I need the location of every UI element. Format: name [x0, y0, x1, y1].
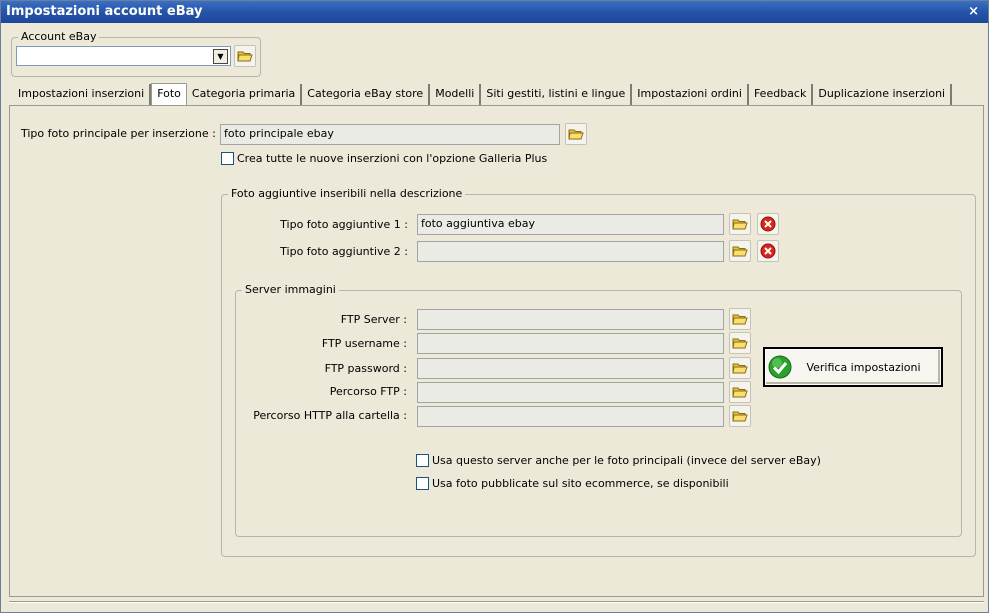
- check-icon: [768, 355, 792, 379]
- folder-icon: [237, 51, 253, 62]
- http-path-folder-button[interactable]: [729, 405, 751, 427]
- main-photo-folder-button[interactable]: [565, 123, 587, 145]
- verify-settings-label: Verifica impostazioni: [806, 360, 921, 374]
- ftp-server-label: FTP Server :: [340, 313, 407, 326]
- ftp-username-label: FTP username :: [321, 337, 407, 350]
- account-group-label: Account eBay: [18, 30, 100, 44]
- ftp-path-field[interactable]: [417, 382, 724, 403]
- tab-strip: Impostazioni inserzioni Foto Categoria p…: [13, 83, 953, 105]
- ftp-path-folder-button[interactable]: [729, 381, 751, 403]
- title-bar: Impostazioni account eBay ×: [1, 1, 988, 23]
- http-path-label: Percorso HTTP alla cartella :: [253, 409, 407, 422]
- verify-settings-button[interactable]: Verifica impostazioni: [763, 347, 943, 387]
- use-server-main-checkbox[interactable]: [416, 454, 429, 467]
- tab-impostazioni-ordini[interactable]: Impostazioni ordini: [632, 84, 749, 105]
- ftp-password-folder-button[interactable]: [729, 357, 751, 379]
- tab-categoria-ebay-store[interactable]: Categoria eBay store: [302, 84, 431, 105]
- account-select[interactable]: ▼: [16, 46, 231, 66]
- additional-photo-1-field[interactable]: foto aggiuntiva ebay: [417, 214, 724, 235]
- folder-icon: [732, 338, 748, 349]
- image-server-group-label: Server immagini: [242, 283, 339, 297]
- folder-icon: [732, 246, 748, 257]
- delete-icon: [760, 243, 776, 259]
- tab-foto[interactable]: Foto: [151, 83, 187, 105]
- tab-feedback[interactable]: Feedback: [748, 84, 814, 105]
- ftp-password-field[interactable]: [417, 358, 724, 379]
- additional-photos-group-label: Foto aggiuntive inseribili nella descriz…: [228, 187, 466, 201]
- use-server-main-label: Usa questo server anche per le foto prin…: [432, 454, 821, 467]
- ftp-password-label: FTP password :: [324, 362, 407, 375]
- window-title: Impostazioni account eBay: [6, 4, 203, 19]
- additional-photo-1-label: Tipo foto aggiuntive 1 :: [280, 218, 408, 231]
- folder-icon: [732, 219, 748, 230]
- main-photo-field[interactable]: foto principale ebay: [220, 124, 560, 145]
- chevron-down-icon[interactable]: ▼: [213, 49, 228, 64]
- tab-duplicazione-inserzioni[interactable]: Duplicazione inserzioni: [813, 84, 953, 105]
- close-icon[interactable]: ×: [968, 1, 979, 23]
- additional-photo-1-folder-button[interactable]: [729, 213, 751, 235]
- account-folder-button[interactable]: [234, 45, 256, 67]
- ftp-username-field[interactable]: [417, 333, 724, 354]
- gallery-plus-label: Crea tutte le nuove inserzioni con l'opz…: [237, 152, 548, 165]
- additional-photo-2-label: Tipo foto aggiuntive 2 :: [280, 245, 408, 258]
- folder-icon: [732, 411, 748, 422]
- ftp-server-field[interactable]: [417, 309, 724, 330]
- additional-photo-2-delete-button[interactable]: [757, 240, 779, 262]
- folder-icon: [568, 129, 584, 140]
- settings-window: Impostazioni account eBay × Account eBay…: [0, 0, 989, 613]
- additional-photo-2-field[interactable]: [417, 241, 724, 262]
- use-ecommerce-option[interactable]: Usa foto pubblicate sul sito ecommerce, …: [416, 477, 729, 490]
- additional-photo-2-folder-button[interactable]: [729, 240, 751, 262]
- tab-categoria-primaria[interactable]: Categoria primaria: [186, 84, 303, 105]
- tab-modelli[interactable]: Modelli: [430, 84, 482, 105]
- ftp-path-label: Percorso FTP :: [329, 385, 407, 398]
- folder-icon: [732, 363, 748, 374]
- bottom-divider: [9, 601, 984, 603]
- ftp-username-folder-button[interactable]: [729, 332, 751, 354]
- folder-icon: [732, 314, 748, 325]
- folder-icon: [732, 387, 748, 398]
- use-server-main-option[interactable]: Usa questo server anche per le foto prin…: [416, 454, 821, 467]
- gallery-plus-checkbox[interactable]: [221, 152, 234, 165]
- delete-icon: [760, 216, 776, 232]
- tab-siti-gestiti[interactable]: Siti gestiti, listini e lingue: [481, 84, 633, 105]
- use-ecommerce-checkbox[interactable]: [416, 477, 429, 490]
- ftp-server-folder-button[interactable]: [729, 308, 751, 330]
- tab-impostazioni-inserzioni[interactable]: Impostazioni inserzioni: [13, 84, 152, 105]
- use-ecommerce-label: Usa foto pubblicate sul sito ecommerce, …: [432, 477, 729, 490]
- additional-photo-1-delete-button[interactable]: [757, 213, 779, 235]
- gallery-plus-option[interactable]: Crea tutte le nuove inserzioni con l'opz…: [221, 152, 547, 165]
- main-photo-label: Tipo foto principale per inserzione :: [21, 127, 216, 140]
- http-path-field[interactable]: [417, 406, 724, 427]
